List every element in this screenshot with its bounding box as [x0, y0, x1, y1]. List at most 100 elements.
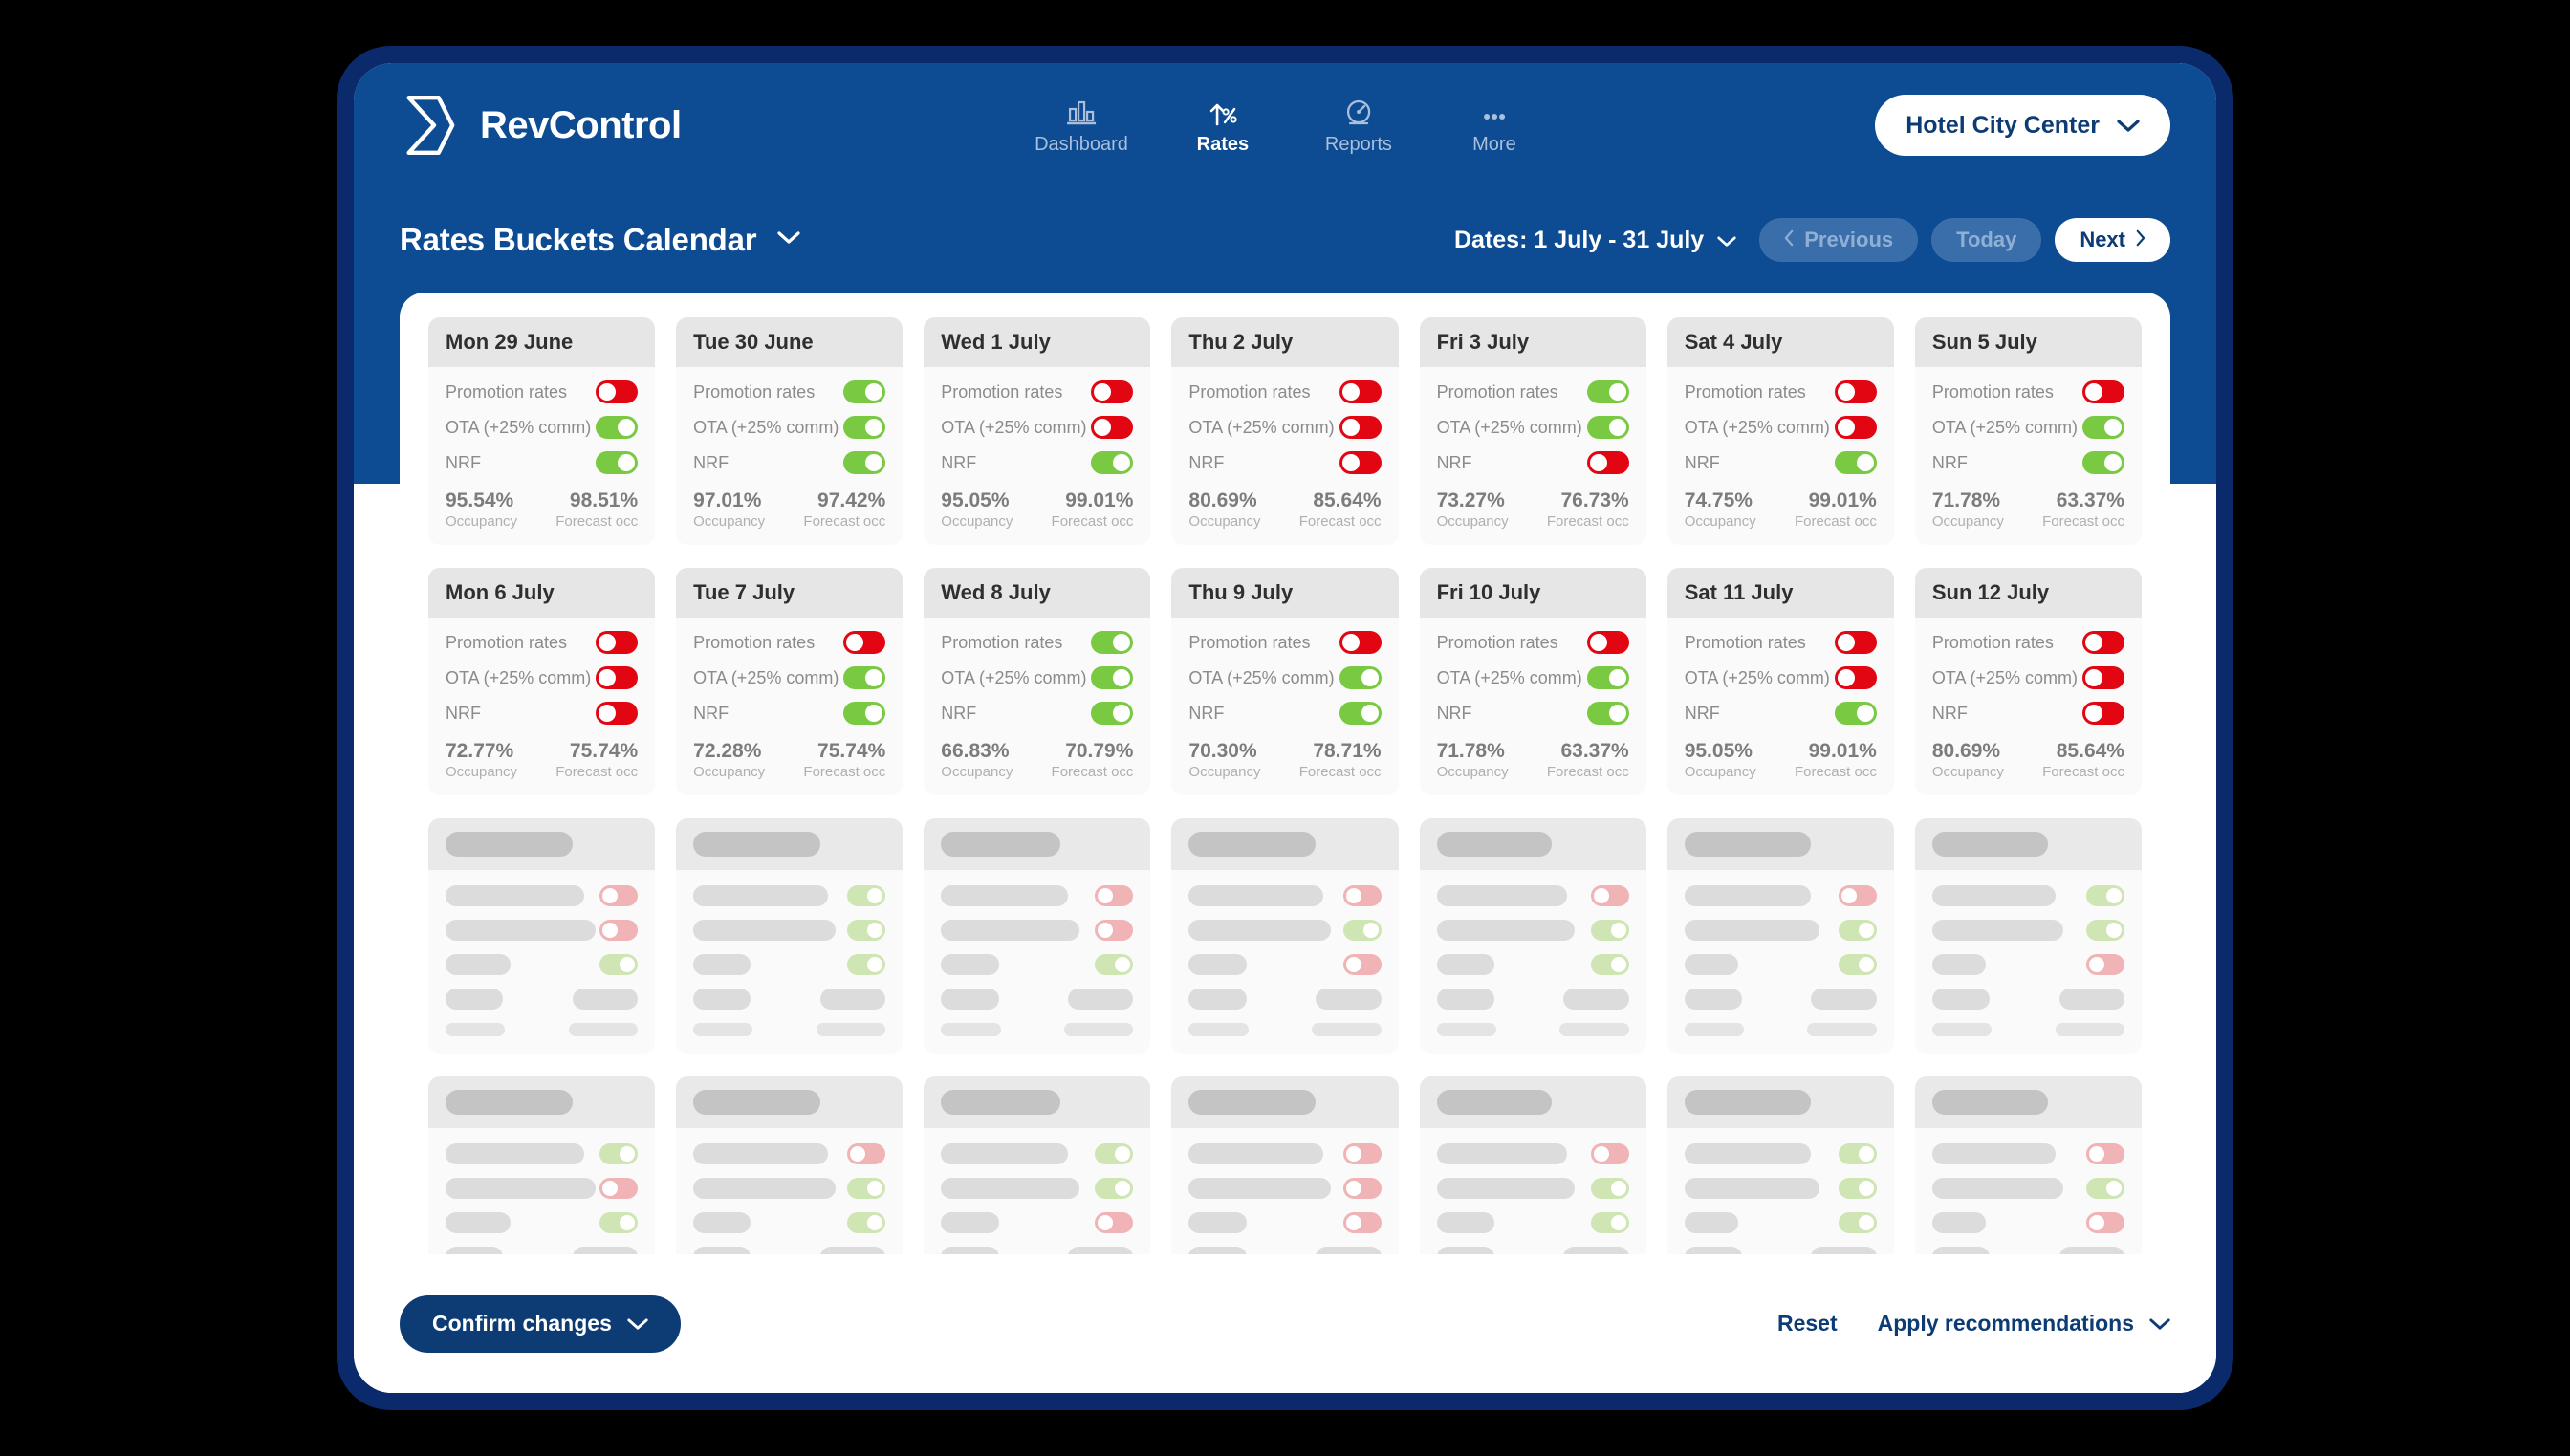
skeleton-toggle[interactable]: [2085, 954, 2124, 975]
next-button[interactable]: Next: [2055, 218, 2170, 262]
skeleton-toggle[interactable]: [1838, 1178, 1877, 1199]
confirm-changes-button[interactable]: Confirm changes: [400, 1294, 681, 1353]
skeleton-toggle[interactable]: [1590, 954, 1629, 975]
toggle-nrf[interactable]: [2081, 702, 2124, 725]
toggle-ota[interactable]: [1091, 416, 1134, 439]
skeleton-toggle[interactable]: [1342, 954, 1382, 975]
skeleton-toggle[interactable]: [2085, 1178, 2124, 1199]
skeleton-toggle[interactable]: [847, 1143, 886, 1164]
skeleton-toggle[interactable]: [847, 1178, 886, 1199]
skeleton-toggle[interactable]: [1838, 885, 1877, 906]
toggle-promotion-rates[interactable]: [1091, 631, 1134, 654]
skeleton-toggle[interactable]: [599, 1143, 639, 1164]
toggle-promotion-rates[interactable]: [1091, 380, 1134, 403]
page-title-dropdown[interactable]: Rates Buckets Calendar: [400, 222, 801, 258]
previous-button[interactable]: Previous: [1759, 218, 1919, 262]
skeleton-toggle[interactable]: [599, 1212, 639, 1233]
toggle-promotion-rates[interactable]: [1834, 631, 1877, 654]
skeleton-toggle[interactable]: [847, 920, 886, 941]
skeleton-toggle[interactable]: [1342, 1178, 1382, 1199]
toggle-nrf[interactable]: [843, 451, 886, 474]
skeleton-toggle[interactable]: [2085, 1143, 2124, 1164]
nav-item-reports[interactable]: Reports: [1318, 96, 1400, 155]
skeleton-toggle[interactable]: [599, 1178, 639, 1199]
toggle-ota[interactable]: [2081, 666, 2124, 689]
toggle-nrf[interactable]: [2081, 451, 2124, 474]
skeleton-toggle[interactable]: [1838, 1143, 1877, 1164]
skeleton-toggle[interactable]: [1095, 885, 1134, 906]
toggle-ota[interactable]: [1834, 416, 1877, 439]
toggle-promotion-rates[interactable]: [2081, 631, 2124, 654]
toggle-nrf[interactable]: [1091, 702, 1134, 725]
toggle-nrf[interactable]: [1834, 702, 1877, 725]
toggle-nrf[interactable]: [1586, 702, 1629, 725]
skeleton-bar: [693, 885, 828, 906]
toggle-promotion-rates[interactable]: [1834, 380, 1877, 403]
toggle-ota[interactable]: [1834, 666, 1877, 689]
nav-item-more[interactable]: More: [1453, 96, 1535, 155]
skeleton-toggle[interactable]: [1095, 1212, 1134, 1233]
skeleton-toggle[interactable]: [1838, 920, 1877, 941]
toggle-nrf[interactable]: [1339, 702, 1382, 725]
skeleton-toggle[interactable]: [847, 885, 886, 906]
toggle-nrf[interactable]: [1834, 451, 1877, 474]
toggle-nrf[interactable]: [1339, 451, 1382, 474]
toggle-promotion-rates[interactable]: [843, 380, 886, 403]
toggle-ota[interactable]: [596, 416, 639, 439]
toggle-promotion-rates[interactable]: [596, 631, 639, 654]
toggle-ota[interactable]: [2081, 416, 2124, 439]
skeleton-toggle[interactable]: [1095, 1143, 1134, 1164]
toggle-promotion-rates[interactable]: [1339, 631, 1382, 654]
toggle-nrf[interactable]: [596, 451, 639, 474]
skeleton-toggle[interactable]: [1590, 1143, 1629, 1164]
skeleton-toggle[interactable]: [2085, 1212, 2124, 1233]
nav-item-rates[interactable]: Rates: [1182, 96, 1264, 155]
skeleton-toggle[interactable]: [1590, 920, 1629, 941]
skeleton-toggle[interactable]: [1590, 1178, 1629, 1199]
skeleton-toggle[interactable]: [1342, 1143, 1382, 1164]
skeleton-toggle[interactable]: [1095, 920, 1134, 941]
skeleton-toggle[interactable]: [599, 920, 639, 941]
toggle-ota[interactable]: [1586, 666, 1629, 689]
skeleton-toggle[interactable]: [847, 1212, 886, 1233]
skeleton-toggle[interactable]: [2085, 920, 2124, 941]
toggle-nrf[interactable]: [596, 702, 639, 725]
toggle-promotion-rates[interactable]: [1586, 631, 1629, 654]
reset-button[interactable]: Reset: [1777, 1311, 1838, 1336]
nav-item-dashboard[interactable]: Dashboard: [1035, 96, 1128, 155]
skeleton-toggle[interactable]: [1590, 885, 1629, 906]
skeleton-toggle[interactable]: [1590, 1212, 1629, 1233]
hotel-selector[interactable]: Hotel City Center: [1875, 95, 2170, 156]
toggle-ota[interactable]: [1091, 666, 1134, 689]
skeleton-toggle[interactable]: [1342, 920, 1382, 941]
date-range-dropdown[interactable]: Dates: 1 July - 31 July: [1454, 227, 1736, 254]
skeleton-toggle[interactable]: [1342, 885, 1382, 906]
today-button[interactable]: Today: [1931, 218, 2042, 262]
toggle-ota[interactable]: [1339, 416, 1382, 439]
toggle-promotion-rates[interactable]: [596, 380, 639, 403]
toggle-ota[interactable]: [1339, 666, 1382, 689]
apply-recommendations-button[interactable]: Apply recommendations: [1878, 1311, 2170, 1336]
toggle-ota[interactable]: [843, 666, 886, 689]
skeleton-toggle[interactable]: [1095, 954, 1134, 975]
brand-logo[interactable]: RevControl: [400, 91, 682, 160]
toggle-nrf[interactable]: [1091, 451, 1134, 474]
toggle-promotion-rates[interactable]: [843, 631, 886, 654]
skeleton-toggle[interactable]: [847, 954, 886, 975]
toggle-ota[interactable]: [1586, 416, 1629, 439]
toggle-nrf[interactable]: [843, 702, 886, 725]
toggle-promotion-rates[interactable]: [1339, 380, 1382, 403]
skeleton-toggle[interactable]: [2085, 885, 2124, 906]
toggle-promotion-rates[interactable]: [1586, 380, 1629, 403]
toggle-knob-icon: [1115, 1146, 1131, 1162]
skeleton-toggle[interactable]: [1838, 1212, 1877, 1233]
skeleton-toggle[interactable]: [599, 885, 639, 906]
toggle-ota[interactable]: [843, 416, 886, 439]
skeleton-toggle[interactable]: [1342, 1212, 1382, 1233]
toggle-promotion-rates[interactable]: [2081, 380, 2124, 403]
skeleton-toggle[interactable]: [599, 954, 639, 975]
toggle-ota[interactable]: [596, 666, 639, 689]
toggle-nrf[interactable]: [1586, 451, 1629, 474]
skeleton-toggle[interactable]: [1838, 954, 1877, 975]
skeleton-toggle[interactable]: [1095, 1178, 1134, 1199]
